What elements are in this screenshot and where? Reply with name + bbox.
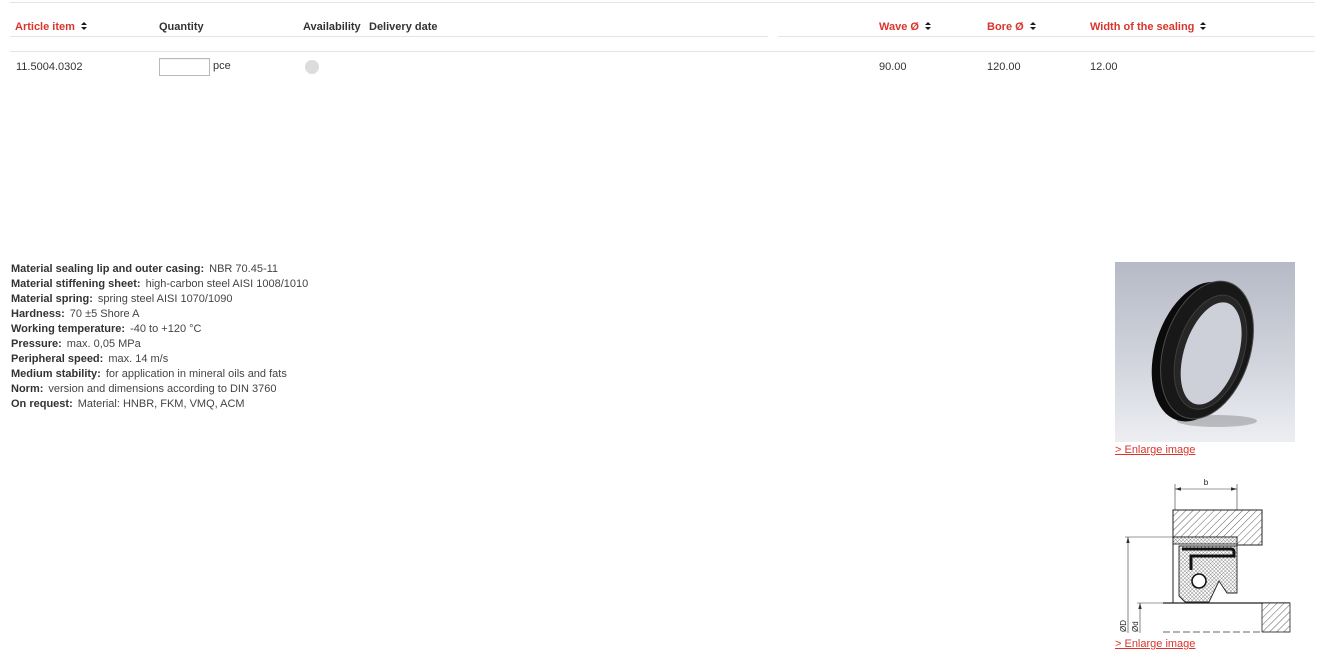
spec-row: Material sealing lip and outer casing: NB… xyxy=(11,262,308,277)
dimension-id-label: Ød xyxy=(1131,621,1140,632)
width-value: 12.00 xyxy=(1090,61,1118,73)
top-divider xyxy=(10,2,1315,3)
spec-label: Material stiffening sheet: xyxy=(11,278,141,290)
row-divider xyxy=(10,51,1315,52)
spec-label: Material sealing lip and outer casing: xyxy=(11,263,205,275)
spec-label: Medium stability: xyxy=(11,368,101,380)
sort-icon[interactable] xyxy=(1200,22,1207,31)
spec-label: Hardness: xyxy=(11,308,65,320)
spec-row: Material spring: spring steel AISI 1070/1… xyxy=(11,292,308,307)
dimension-id-arrow xyxy=(1138,603,1142,609)
spec-label: Working temperature: xyxy=(11,323,126,335)
seal-technical-drawing[interactable]: b ØD Ød xyxy=(1115,475,1295,635)
spec-row: Pressure: max. 0,05 MPa xyxy=(11,337,308,352)
spec-label: Pressure: xyxy=(11,338,62,350)
product-photo[interactable] xyxy=(1115,262,1295,442)
seal-lip-rubber xyxy=(1178,545,1238,603)
spec-label: Material spring: xyxy=(11,293,93,305)
spec-value: Material: HNBR, FKM, VMQ, ACM xyxy=(77,398,245,410)
column-header-wave[interactable]: Wave Ø xyxy=(879,20,931,34)
spec-row: On request: Material: HNBR, FKM, VMQ, ACM xyxy=(11,397,308,412)
column-header-article-item[interactable]: Article item xyxy=(15,20,87,34)
spec-row: Working temperature: -40 to +120 °C xyxy=(11,322,308,337)
spec-value: max. 14 m/s xyxy=(108,353,169,365)
seal-outer-rubber xyxy=(1172,536,1238,545)
spec-row: Norm: version and dimensions according to… xyxy=(11,382,308,397)
spec-row: Medium stability: for application in mine… xyxy=(11,367,308,382)
header-underline-right xyxy=(778,36,1315,37)
wave-value: 90.00 xyxy=(879,61,907,73)
spec-value: high-carbon steel AISI 1008/1010 xyxy=(145,278,309,290)
spec-value: for application in mineral oils and fats xyxy=(105,368,287,380)
spec-label: Norm: xyxy=(11,383,44,395)
spec-row: Hardness: 70 ±5 Shore A xyxy=(11,307,308,322)
sort-icon[interactable] xyxy=(80,22,87,31)
enlarge-drawing-link[interactable]: > Enlarge image xyxy=(1115,638,1195,651)
spec-value: version and dimensions according to DIN … xyxy=(48,383,277,395)
dimension-b-arrow-left xyxy=(1175,487,1181,491)
spec-value: -40 to +120 °C xyxy=(130,323,202,335)
seal-spring xyxy=(1191,573,1207,589)
column-header-bore[interactable]: Bore Ø xyxy=(987,20,1036,34)
status-dot-icon xyxy=(305,60,319,74)
column-header-label: Width of the sealing xyxy=(1090,21,1195,33)
header-underline-left xyxy=(10,36,768,37)
dimension-b-label: b xyxy=(1204,478,1209,487)
dimension-od-arrow xyxy=(1126,537,1130,543)
column-header-quantity: Quantity xyxy=(159,21,204,33)
sort-icon[interactable] xyxy=(924,22,931,31)
bore-value: 120.00 xyxy=(987,61,1021,73)
spec-value: spring steel AISI 1070/1090 xyxy=(97,293,233,305)
shaft-section xyxy=(1261,602,1291,633)
spec-value: 70 ±5 Shore A xyxy=(69,308,140,320)
enlarge-photo-link[interactable]: > Enlarge image xyxy=(1115,444,1195,457)
column-header-label: Article item xyxy=(15,21,75,33)
dimension-b-arrow-right xyxy=(1231,487,1237,491)
column-header-width[interactable]: Width of the sealing xyxy=(1090,20,1207,34)
spec-value: max. 0,05 MPa xyxy=(66,338,141,350)
spec-list: Material sealing lip and outer casing: NB… xyxy=(11,262,308,412)
dimension-od-label: ØD xyxy=(1119,620,1128,632)
spec-row: Peripheral speed: max. 14 m/s xyxy=(11,352,308,367)
spec-value: NBR 70.45-11 xyxy=(209,263,279,275)
column-header-delivery-date: Delivery date xyxy=(369,21,438,33)
spec-label: Peripheral speed: xyxy=(11,353,104,365)
quantity-input[interactable] xyxy=(159,58,210,76)
column-header-label: Bore Ø xyxy=(987,21,1024,33)
spec-label: On request: xyxy=(11,398,73,410)
spec-row: Material stiffening sheet: high-carbon st… xyxy=(11,277,308,292)
column-header-availability: Availability xyxy=(303,21,361,33)
article-number: 11.5004.0302 xyxy=(16,61,83,73)
column-header-label: Wave Ø xyxy=(879,21,919,33)
sort-icon[interactable] xyxy=(1029,22,1036,31)
quantity-unit: pce xyxy=(213,60,231,72)
